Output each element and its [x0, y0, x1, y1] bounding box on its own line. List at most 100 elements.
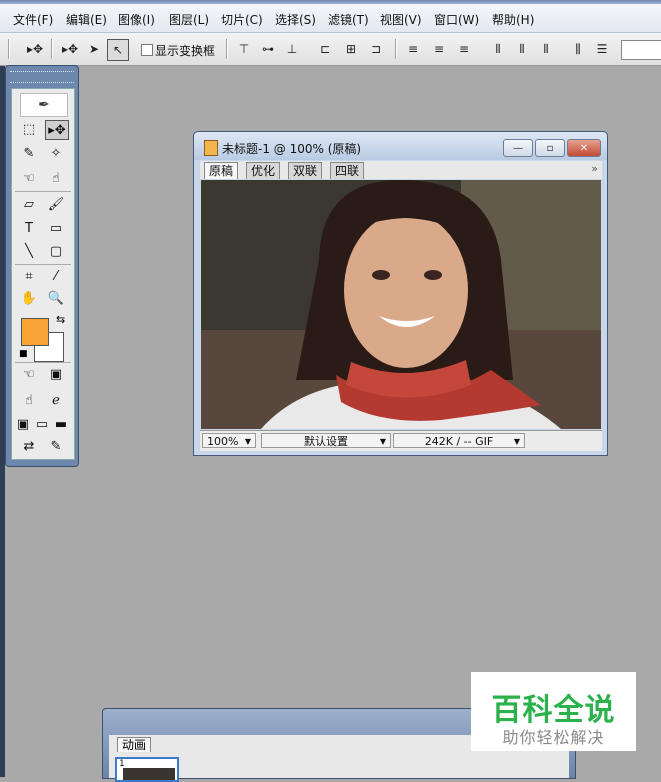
- swap-colors-icon[interactable]: ⇆: [56, 313, 65, 326]
- align-bottom-icon[interactable]: ⊥: [282, 39, 302, 59]
- align-vcenter-icon[interactable]: ⊶: [258, 39, 278, 59]
- zoom-dropdown[interactable]: 100% ▼: [202, 433, 256, 448]
- chevron-down-icon: ▼: [244, 437, 251, 446]
- options-value-field[interactable]: [621, 40, 661, 60]
- menu-file[interactable]: 文件(F): [13, 11, 53, 28]
- direct-select-icon[interactable]: ↖: [107, 39, 129, 61]
- hide-slices-icon[interactable]: ☜: [18, 365, 40, 383]
- close-button[interactable]: ✕: [567, 139, 601, 157]
- zoom-value: 100%: [207, 435, 239, 448]
- arrow-select-icon[interactable]: ➤: [84, 39, 104, 59]
- align-left-icon[interactable]: ⊏: [315, 39, 335, 59]
- animation-frame[interactable]: 1: [115, 757, 179, 782]
- auto-select-icon[interactable]: ▸✥: [60, 39, 80, 59]
- options-divider: [226, 39, 228, 59]
- text-tool-icon[interactable]: T: [18, 219, 40, 237]
- align-top-icon[interactable]: ⊤: [234, 39, 254, 59]
- default-colors-icon[interactable]: ■: [19, 349, 28, 359]
- toolbox-divider: [15, 362, 71, 363]
- watermark-title: 百科全说: [491, 693, 616, 728]
- preset-value: 默认设置: [304, 435, 348, 448]
- document-statusbar: 100% ▼ 默认设置 ▼ 242K / -- GIF ▼: [200, 430, 602, 451]
- options-bar: ▸✥ ▸✥ ➤ ↖ 显示变换框 ⊤ ⊶ ⊥ ⊏ ⊞ ⊐ ≡ ≡ ≡ ⫴ ⫴ ⫴ …: [0, 33, 661, 66]
- browser-preview-icon[interactable]: ℯ: [45, 391, 67, 409]
- file-info-dropdown[interactable]: 242K / -- GIF ▼: [393, 433, 525, 448]
- distribute-left-icon[interactable]: ⫴: [488, 39, 508, 59]
- hand-tool-icon[interactable]: ✋: [18, 289, 40, 307]
- align-hcenter-icon[interactable]: ⊞: [341, 39, 361, 59]
- marquee-tool-icon[interactable]: ⬚: [18, 120, 40, 138]
- distribute-right-icon[interactable]: ⫴: [536, 39, 556, 59]
- maximize-button[interactable]: ▫: [535, 139, 565, 157]
- toolbox-grip[interactable]: [10, 71, 74, 83]
- screen-mode-menu-icon[interactable]: ▭: [33, 415, 51, 433]
- options-divider: [395, 39, 397, 59]
- watermark: 百科全说 助你轻松解决: [471, 672, 636, 751]
- frame-thumbnail: [123, 768, 175, 780]
- document-icon: [204, 140, 218, 156]
- file-info-value: 242K / -- GIF: [424, 435, 494, 448]
- line-tool-icon[interactable]: ╲: [18, 242, 40, 260]
- crop-tool-icon[interactable]: ⌗: [18, 267, 40, 285]
- screen-mode-standard-icon[interactable]: ▣: [14, 415, 32, 433]
- lasso-tool-icon[interactable]: ✎: [18, 144, 40, 162]
- watermark-subtitle: 助你轻松解决: [502, 728, 605, 747]
- menu-help[interactable]: 帮助(H): [492, 11, 534, 28]
- toolbox-divider: [15, 264, 71, 265]
- distribute-hcenter-icon[interactable]: ⫴: [512, 39, 532, 59]
- document-titlebar[interactable]: 未标题-1 @ 100% (原稿) — ▫ ✕: [194, 132, 607, 160]
- distribute-bottom-icon[interactable]: ≡: [454, 39, 474, 59]
- eraser-tool-icon[interactable]: ▱: [18, 195, 40, 213]
- menu-bar: 文件(F) 编辑(E) 图像(I) 图层(L) 切片(C) 选择(S) 滤镜(T…: [0, 0, 661, 33]
- chevron-down-icon: ▼: [379, 437, 386, 446]
- canvas-image[interactable]: [201, 180, 601, 429]
- brush-tool-icon[interactable]: 🖌: [45, 195, 67, 213]
- minimize-button[interactable]: —: [503, 139, 533, 157]
- menu-slice[interactable]: 切片(C): [221, 11, 263, 28]
- distribute-top-icon[interactable]: ≡: [403, 39, 423, 59]
- show-transform-label: 显示变换框: [155, 44, 216, 58]
- tab-original[interactable]: 原稿: [204, 162, 239, 179]
- title-strip: [0, 0, 661, 4]
- distribute-spacing-v-icon[interactable]: ☰: [592, 39, 612, 59]
- rounded-rect-tool-icon[interactable]: ▢: [45, 242, 67, 260]
- toolbox-panel: ✒ ⬚ ▸✥ ✎ ✧ ☜ ☝ ▱ 🖌 T ▭ ╲ ▢ ⌗ ⁄ ✋ 🔍 ⇆ ■ ☜…: [5, 65, 79, 467]
- menu-view[interactable]: 视图(V): [380, 11, 422, 28]
- menu-edit[interactable]: 编辑(E): [66, 11, 107, 28]
- tab-animation[interactable]: 动画: [117, 737, 152, 752]
- optimize-preset-dropdown[interactable]: 默认设置 ▼: [261, 433, 391, 448]
- rectangle-tool-icon[interactable]: ▭: [45, 219, 67, 237]
- toolbox-divider: [15, 191, 71, 192]
- distribute-spacing-icon[interactable]: ⫼: [568, 39, 588, 59]
- jump-to-imageready-icon[interactable]: ⇄: [18, 437, 40, 455]
- menu-layer[interactable]: 图层(L): [169, 11, 209, 28]
- magic-wand-tool-icon[interactable]: ✧: [45, 144, 67, 162]
- tab-4up[interactable]: 四联: [330, 162, 365, 179]
- edit-in-photoshop-icon[interactable]: ✎: [45, 437, 67, 455]
- zoom-tool-icon[interactable]: 🔍: [45, 289, 67, 307]
- show-transform-checkbox[interactable]: [141, 44, 153, 56]
- tabs-overflow-icon[interactable]: »: [591, 162, 598, 175]
- tab-2up[interactable]: 双联: [288, 162, 323, 179]
- document-window: 未标题-1 @ 100% (原稿) — ▫ ✕ 原稿 优化 双联 四联 » 10…: [193, 131, 608, 456]
- screen-mode-full-icon[interactable]: ▬: [52, 415, 70, 433]
- menu-image[interactable]: 图像(I): [118, 11, 155, 28]
- slice-hand-tool-icon[interactable]: ☝: [45, 169, 67, 187]
- move-tool-icon[interactable]: ▸✥: [25, 39, 45, 59]
- tab-optimized[interactable]: 优化: [246, 162, 281, 179]
- show-slices-icon[interactable]: ▣: [45, 365, 67, 383]
- document-title: 未标题-1 @ 100% (原稿): [222, 142, 362, 156]
- eyedropper-tool-icon[interactable]: ⁄: [45, 267, 67, 285]
- options-grip: [8, 39, 10, 59]
- menu-window[interactable]: 窗口(W): [434, 11, 479, 28]
- portrait-photo: [201, 180, 601, 429]
- move-tool-icon[interactable]: ▸✥: [45, 120, 69, 140]
- preview-hand-icon[interactable]: ☝: [18, 391, 40, 409]
- distribute-vcenter-icon[interactable]: ≡: [429, 39, 449, 59]
- menu-filter[interactable]: 滤镜(T): [328, 11, 369, 28]
- document-tabs: 原稿 优化 双联 四联 »: [200, 161, 602, 179]
- menu-select[interactable]: 选择(S): [275, 11, 316, 28]
- crop-hand-tool-icon[interactable]: ☜: [18, 169, 40, 187]
- foreground-color-swatch[interactable]: [21, 318, 49, 346]
- align-right-icon[interactable]: ⊐: [366, 39, 386, 59]
